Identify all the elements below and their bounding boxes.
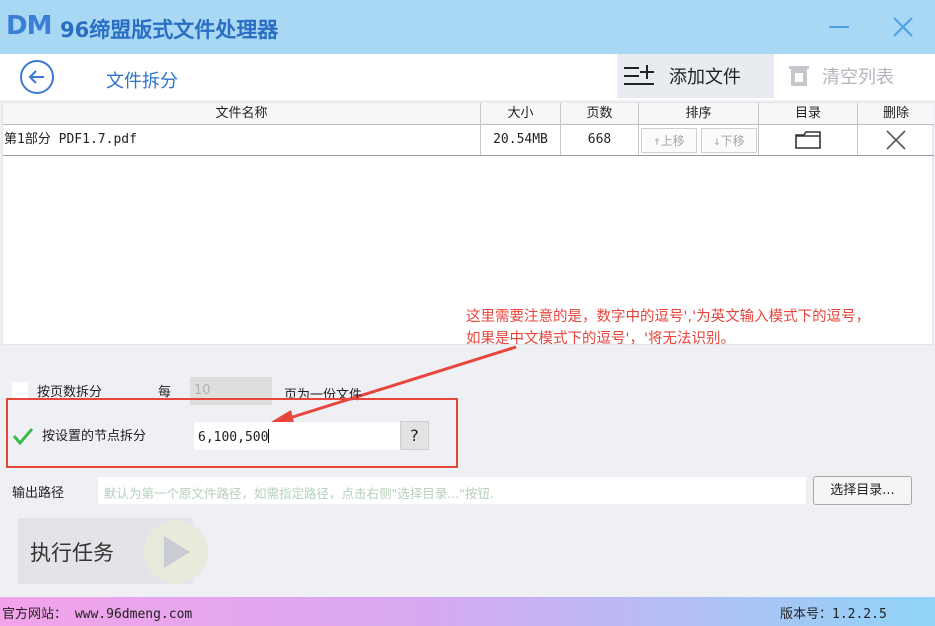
choose-directory-button[interactable]: 选择目录...	[813, 476, 912, 505]
split-by-pages-checkbox[interactable]	[12, 382, 28, 398]
help-button[interactable]: ?	[400, 421, 429, 450]
version-text: 版本号：1.2.2.5	[780, 607, 887, 622]
play-icon	[144, 520, 208, 584]
website-text[interactable]: 官方网站： www.96dmeng.com	[2, 603, 192, 622]
run-task-button[interactable]: 执行任务	[18, 518, 208, 584]
text-cursor	[268, 429, 270, 443]
split-nodes-input[interactable]: 6,100,500	[194, 422, 400, 450]
output-path-label: 输出路径	[12, 486, 65, 501]
split-by-nodes-label[interactable]: 按设置的节点拆分	[42, 425, 146, 444]
run-task-label: 执行任务	[30, 541, 114, 565]
status-bar: 官方网站： www.96dmeng.com 版本号：1.2.2.5	[0, 597, 935, 626]
split-nodes-value: 6,100,500	[198, 430, 269, 445]
check-icon[interactable]	[12, 427, 34, 445]
output-path-input[interactable]: 默认为第一个原文件路径，如需指定路径，点击右侧"选择目录..."按钮.	[98, 477, 806, 504]
